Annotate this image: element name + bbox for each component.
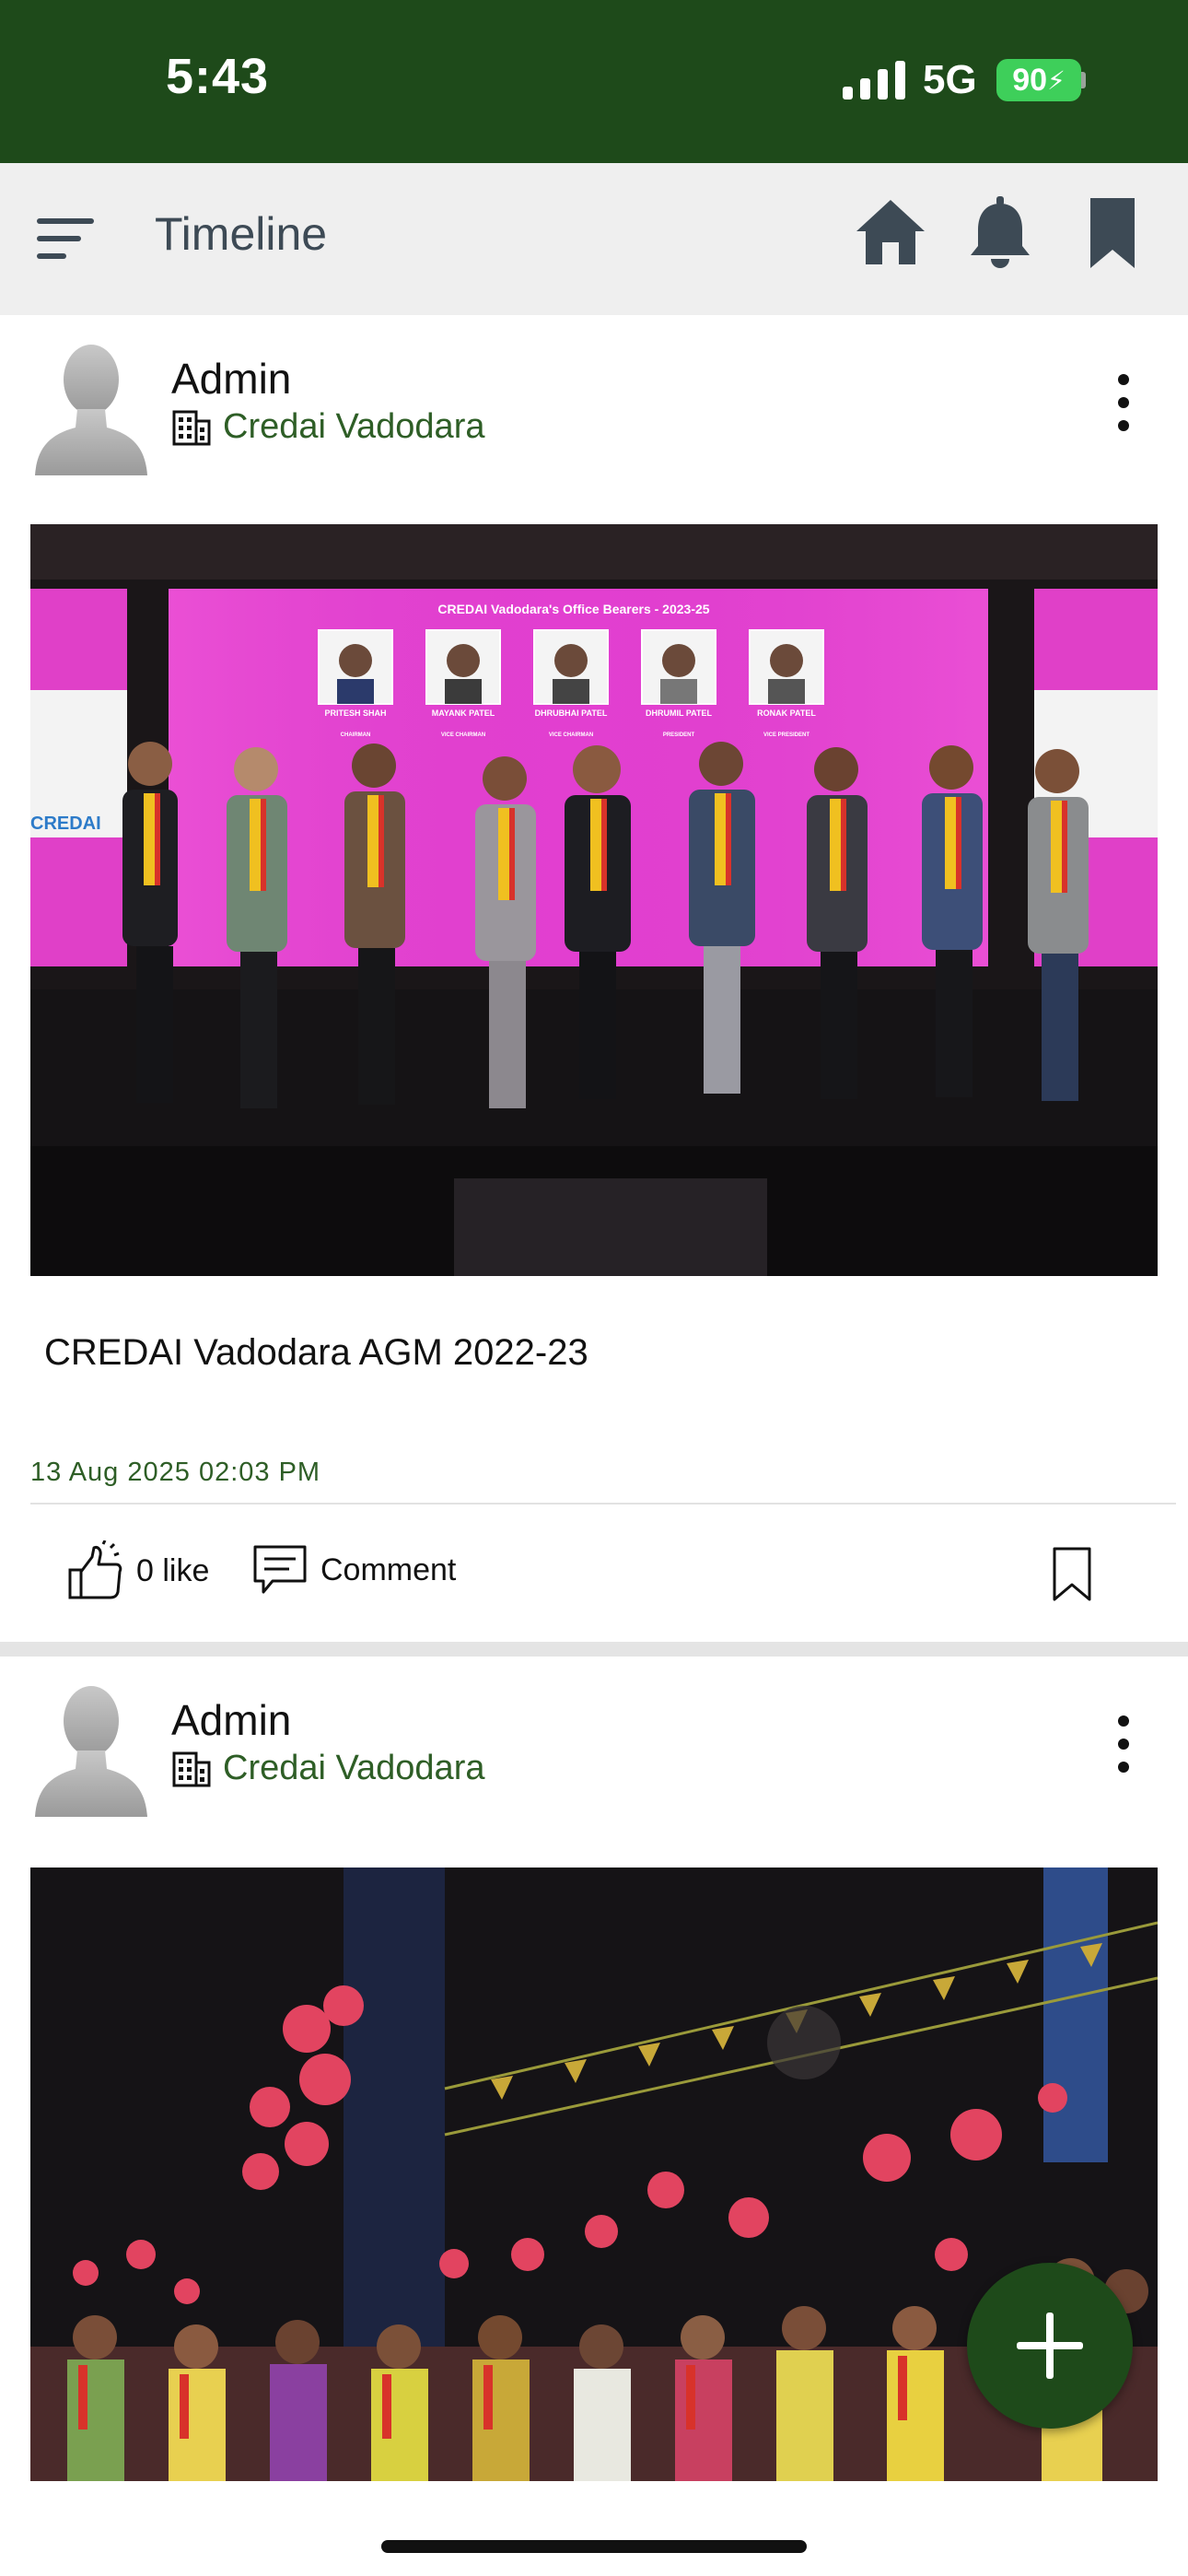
- thumbs-up-icon: [68, 1540, 122, 1599]
- bearer-name: RONAK PATEL: [757, 708, 816, 718]
- bearer-role: VICE CHAIRMAN: [440, 732, 486, 738]
- bookmark-icon[interactable]: [1052, 1546, 1092, 1603]
- bearer-role: VICE CHAIRMAN: [548, 732, 594, 738]
- avatar[interactable]: [35, 1680, 147, 1817]
- home-icon[interactable]: [855, 196, 926, 268]
- banner-side-left: CREDAI: [30, 814, 101, 834]
- bearer-role: PRESIDENT: [662, 732, 695, 738]
- more-options-icon[interactable]: [1105, 1712, 1142, 1776]
- divider: [30, 1503, 1176, 1505]
- bearer-role: VICE PRESIDENT: [763, 732, 809, 738]
- post-caption: CREDAI Vadodara AGM 2022-23: [44, 1332, 588, 1373]
- building-icon: [172, 1751, 211, 1786]
- menu-icon[interactable]: [35, 211, 98, 266]
- network-type: 5G: [923, 57, 977, 102]
- home-indicator[interactable]: [381, 2540, 807, 2553]
- post-organization[interactable]: Credai Vadodara: [171, 407, 484, 447]
- bearer-name: DHRUBHAI PATEL: [534, 708, 608, 718]
- add-post-button[interactable]: [967, 2263, 1133, 2429]
- bearer-name: DHRUMIL PATEL: [646, 708, 712, 718]
- organization-name: Credai Vadodara: [223, 407, 485, 446]
- banner-heading: CREDAI Vadodara's Office Bearers - 2023-…: [437, 602, 710, 616]
- comment-label: Comment: [320, 1551, 457, 1587]
- battery-icon: 90 ⚡: [996, 59, 1081, 101]
- bearer-name: PRITESH SHAH: [324, 708, 387, 718]
- post-organization[interactable]: Credai Vadodara: [171, 1749, 484, 1788]
- post-date: 13 Aug 2025 02:03 PM: [30, 1458, 321, 1487]
- comment-button[interactable]: Comment: [252, 1544, 456, 1596]
- notification-bell-icon[interactable]: [967, 196, 1033, 270]
- bearer-role: CHAIRMAN: [340, 732, 371, 738]
- post-image[interactable]: CREDAI Vadodara's Office Bearers - 2023-…: [30, 524, 1158, 1276]
- battery-level: 90: [1012, 62, 1048, 98]
- bookmarks-icon[interactable]: [1087, 196, 1138, 270]
- timeline-post: Admin Credai Vadodara: [0, 315, 1188, 1642]
- page-title: Timeline: [155, 208, 328, 260]
- bearer-name: MAYANK PATEL: [431, 708, 495, 718]
- organization-name: Credai Vadodara: [223, 1749, 485, 1787]
- building-icon: [172, 410, 211, 445]
- status-bar: 5:43 5G 90 ⚡: [0, 0, 1188, 163]
- app-bar: Timeline: [0, 163, 1188, 315]
- avatar[interactable]: [35, 339, 147, 475]
- like-button[interactable]: 0 like: [66, 1540, 209, 1601]
- more-options-icon[interactable]: [1105, 370, 1142, 435]
- comment-icon: [253, 1545, 307, 1594]
- like-count: 0 like: [136, 1552, 210, 1588]
- post-author[interactable]: Admin: [171, 1695, 291, 1745]
- status-time: 5:43: [166, 49, 270, 104]
- post-author[interactable]: Admin: [171, 354, 291, 404]
- plus-icon: [1017, 2313, 1083, 2379]
- signal-icon: [843, 61, 905, 100]
- post-separator: [0, 1642, 1188, 1657]
- battery-cap: [1081, 72, 1086, 88]
- event-photo: [30, 524, 1158, 1276]
